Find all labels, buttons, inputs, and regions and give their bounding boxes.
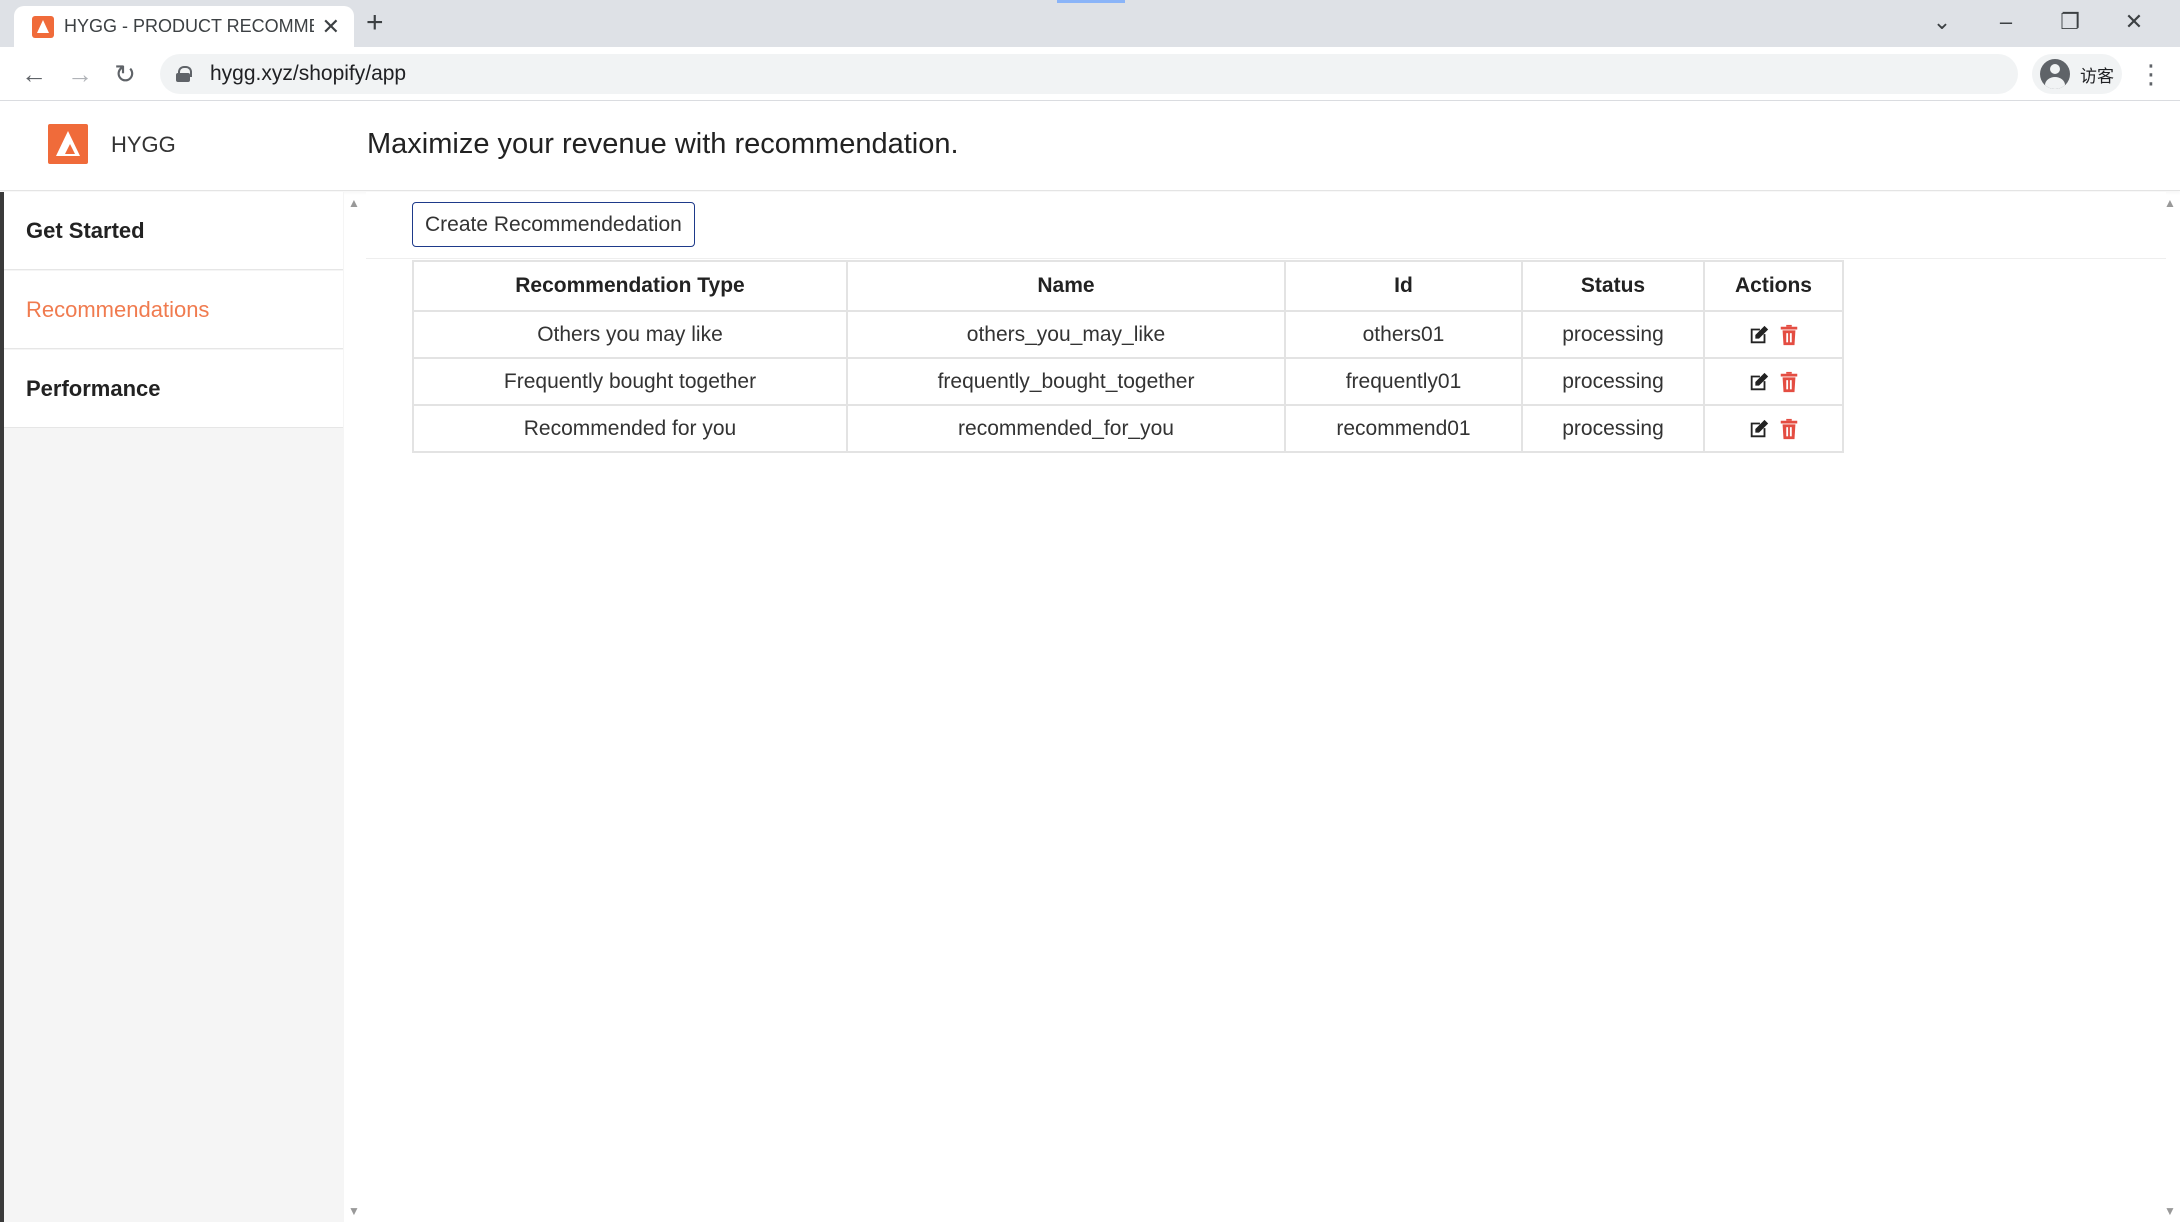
sidebar-item-get-started[interactable]: Get Started [4,192,343,270]
cell-status: processing [1521,310,1705,359]
cell-id: recommend01 [1284,404,1523,453]
brand-name: HYGG [111,132,176,157]
cell-name: others_you_may_like [846,310,1286,359]
account-circle-icon [2040,59,2070,89]
trash-icon[interactable] [1778,418,1800,440]
browser-tab[interactable]: HYGG - PRODUCT RECOMMENDATION ✕ [14,6,354,47]
hygg-favicon-icon [32,15,54,38]
cell-status: processing [1521,404,1705,453]
more-options-icon[interactable]: ⋮ [2138,57,2164,91]
minimize-icon[interactable]: – [1974,4,2038,40]
main-scroll-down-icon[interactable]: ▼ [2164,1204,2176,1218]
app-header: HYGG Maximize your revenue with recommen… [0,101,2180,191]
header-id: Id [1284,260,1523,312]
tab-title: HYGG - PRODUCT RECOMMENDATION [64,16,314,36]
header-recommendation-type: Recommendation Type [412,260,848,312]
browser-tabstrip: HYGG - PRODUCT RECOMMENDATION ✕ + ⌄ – ❐ … [0,0,2180,47]
sidebar-item-performance[interactable]: Performance [4,350,343,428]
profile-label: 访客 [2080,66,2114,86]
main-scroll-up-icon[interactable]: ▲ [2164,196,2176,210]
lock-icon[interactable] [176,66,192,82]
header-status: Status [1521,260,1705,312]
header-actions: Actions [1703,260,1844,312]
table-row: Others you may like others_you_may_like … [412,310,1844,359]
address-bar[interactable]: hygg.xyz/shopify/app [160,54,2018,94]
edit-icon[interactable] [1748,418,1770,440]
cell-name: frequently_bought_together [846,357,1286,406]
create-recommendation-button[interactable]: Create Recommendedation [412,202,695,247]
tabstrip-indicator [1057,0,1125,3]
url-text[interactable]: hygg.xyz/shopify/app [210,62,406,86]
hygg-logo-icon [48,124,88,164]
reload-icon[interactable]: ↻ [108,57,142,91]
sidebar-item-label: Performance [26,375,161,401]
action-bar: Create Recommendedation [366,192,2166,259]
main-content: Create Recommendedation Recommendation T… [366,192,2166,1222]
trash-icon[interactable] [1778,324,1800,346]
cell-type: Frequently bought together [412,357,848,406]
sidebar-scroll-down-icon[interactable]: ▼ [348,1204,360,1218]
cell-name: recommended_for_you [846,404,1286,453]
trash-icon[interactable] [1778,371,1800,393]
sidebar-item-label: Recommendations [26,296,210,322]
cell-actions [1703,357,1844,406]
window-controls: ⌄ – ❐ ✕ [1910,4,2166,40]
cell-actions [1703,310,1844,359]
profile-button[interactable]: 访客 [2032,54,2122,94]
cell-type: Recommended for you [412,404,848,453]
edit-icon[interactable] [1748,371,1770,393]
edit-icon[interactable] [1748,324,1770,346]
tab-search-chevron-icon[interactable]: ⌄ [1910,4,1974,40]
new-tab-icon[interactable]: + [366,8,384,38]
browser-toolbar: ← → ↻ hygg.xyz/shopify/app 访客 ⋮ [0,47,2180,101]
forward-arrow-icon[interactable]: → [63,57,97,91]
cell-id: frequently01 [1284,357,1523,406]
table-row: Frequently bought together frequently_bo… [412,357,1844,406]
sidebar-item-recommendations[interactable]: Recommendations [4,271,343,349]
restore-icon[interactable]: ❐ [2038,4,2102,40]
cell-actions [1703,404,1844,453]
sidebar-item-label: Get Started [26,217,145,243]
table-row: Recommended for you recommended_for_you … [412,404,1844,453]
cell-id: others01 [1284,310,1523,359]
cell-type: Others you may like [412,310,848,359]
sidebar-scroll-up-icon[interactable]: ▲ [348,196,360,210]
back-arrow-icon[interactable]: ← [17,57,51,91]
page-title: Maximize your revenue with recommendatio… [367,128,959,160]
recommendations-table: Recommendation Type Name Id Status Actio… [412,260,1844,453]
header-name: Name [846,260,1286,312]
close-tab-icon[interactable]: ✕ [322,15,340,38]
close-window-icon[interactable]: ✕ [2102,4,2166,40]
sidebar: Get Started Recommendations Performance [0,192,344,1222]
table-header-row: Recommendation Type Name Id Status Actio… [412,260,1844,312]
cell-status: processing [1521,357,1705,406]
